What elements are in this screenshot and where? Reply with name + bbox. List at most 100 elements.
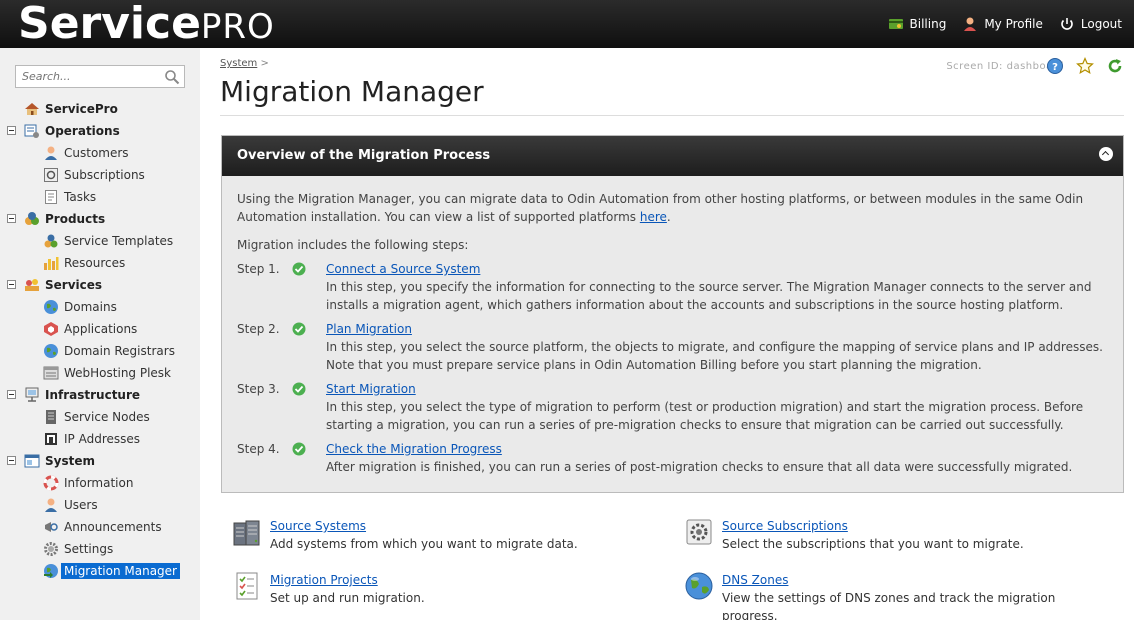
nav-item-ip-addresses[interactable]: IP Addresses — [0, 428, 200, 450]
star-icon[interactable] — [1076, 57, 1094, 78]
announcements-icon — [43, 519, 59, 535]
nav-label: Operations — [45, 124, 120, 138]
source-subscriptions-link[interactable]: Source Subscriptions — [722, 517, 1024, 535]
collapse-toggle[interactable] — [7, 214, 16, 223]
operations-icon — [24, 123, 40, 139]
checklist-icon — [232, 571, 262, 601]
supported-platforms-link[interactable]: here — [640, 210, 667, 224]
nav-tree: ServicePro Operations Customers Subscrip… — [0, 98, 200, 582]
step-description: After migration is finished, you can run… — [326, 460, 1073, 474]
nav-item-information[interactable]: Information — [0, 472, 200, 494]
nav-label: Domain Registrars — [64, 344, 175, 358]
nav-item-service-nodes[interactable]: Service Nodes — [0, 406, 200, 428]
dns-zones-link[interactable]: DNS Zones — [722, 571, 1112, 589]
nav-item-migration-manager[interactable]: Migration Manager — [0, 560, 200, 582]
quick-link-source-systems: Source Systems Add systems from which yo… — [232, 517, 578, 553]
breadcrumb-system-link[interactable]: System — [220, 58, 257, 69]
nav-item-webhosting-plesk[interactable]: WebHosting Plesk — [0, 362, 200, 384]
migration-projects-description: Set up and run migration. — [270, 591, 425, 605]
subscriptions-icon — [43, 167, 59, 183]
logo[interactable]: ServicePRO — [18, 0, 275, 51]
nav-item-announcements[interactable]: Announcements — [0, 516, 200, 538]
help-icon[interactable]: ? — [1046, 57, 1064, 78]
check-icon — [292, 382, 306, 401]
search-icon[interactable] — [164, 69, 180, 88]
logo-bold: Service — [18, 0, 201, 49]
top-bar: ServicePRO Billing My Profile Logout — [0, 0, 1134, 48]
collapse-toggle[interactable] — [7, 280, 16, 289]
nav-item-users[interactable]: Users — [0, 494, 200, 516]
step-item: Step 4. Check the Migration Progress Aft… — [237, 440, 1108, 476]
source-systems-description: Add systems from which you want to migra… — [270, 537, 578, 551]
collapse-toggle[interactable] — [7, 456, 16, 465]
check-icon — [292, 442, 306, 461]
overview-panel: Overview of the Migration Process Using … — [221, 135, 1124, 493]
nav-label: ServicePro — [45, 102, 118, 116]
webhosting-icon — [43, 365, 59, 381]
globe-icon — [43, 343, 59, 359]
collapse-icon[interactable] — [1099, 147, 1113, 161]
nav-item-tasks[interactable]: Tasks — [0, 186, 200, 208]
service-templates-icon — [43, 233, 59, 249]
nav-item-servicepro[interactable]: ServicePro — [0, 98, 200, 120]
applications-icon — [43, 321, 59, 337]
title-divider — [220, 115, 1124, 116]
billing-link[interactable]: Billing — [888, 16, 946, 32]
gear-icon — [43, 541, 59, 557]
nav-label: Subscriptions — [64, 168, 145, 182]
page-title: Migration Manager — [220, 75, 484, 108]
nav-item-customers[interactable]: Customers — [0, 142, 200, 164]
quick-link-source-subscriptions: Source Subscriptions Select the subscrip… — [684, 517, 1024, 553]
nav-item-subscriptions[interactable]: Subscriptions — [0, 164, 200, 186]
nav-item-resources[interactable]: Resources — [0, 252, 200, 274]
globe-icon — [43, 299, 59, 315]
step-link-plan-migration[interactable]: Plan Migration — [326, 320, 412, 338]
step-link-connect-source[interactable]: Connect a Source System — [326, 260, 480, 278]
power-icon — [1059, 16, 1075, 32]
tasks-icon — [43, 189, 59, 205]
step-description: In this step, you select the type of mig… — [326, 400, 1084, 432]
nav-item-domains[interactable]: Domains — [0, 296, 200, 318]
check-icon — [292, 322, 306, 341]
nav-item-service-templates[interactable]: Service Templates — [0, 230, 200, 252]
server-icon — [43, 409, 59, 425]
nav-item-settings[interactable]: Settings — [0, 538, 200, 560]
breadcrumb-separator: > — [260, 58, 269, 69]
nav-label: Announcements — [64, 520, 162, 534]
nav-label: Settings — [64, 542, 114, 556]
nav-label: Information — [64, 476, 134, 490]
source-systems-link[interactable]: Source Systems — [270, 517, 578, 535]
subscriptions-icon — [684, 517, 714, 547]
migration-projects-link[interactable]: Migration Projects — [270, 571, 425, 589]
nav-label: System — [45, 454, 95, 468]
nav-item-services[interactable]: Services — [0, 274, 200, 296]
nav-label: IP Addresses — [64, 432, 141, 446]
nav-item-operations[interactable]: Operations — [0, 120, 200, 142]
server-rack-icon — [232, 517, 262, 547]
overview-intro: Using the Migration Manager, you can mig… — [237, 190, 1108, 226]
nav-label: WebHosting Plesk — [64, 366, 172, 380]
nav-label: Service Templates — [64, 234, 174, 248]
step-link-start-migration[interactable]: Start Migration — [326, 380, 416, 398]
nav-label: Service Nodes — [64, 410, 150, 424]
nav-label: Infrastructure — [45, 388, 141, 402]
logout-label: Logout — [1080, 17, 1122, 31]
collapse-toggle[interactable] — [7, 390, 16, 399]
nav-item-applications[interactable]: Applications — [0, 318, 200, 340]
logout-link[interactable]: Logout — [1059, 16, 1122, 32]
collapse-toggle[interactable] — [7, 126, 16, 135]
nav-item-system[interactable]: System — [0, 450, 200, 472]
nav-item-infrastructure[interactable]: Infrastructure — [0, 384, 200, 406]
step-number: Step 4. — [237, 442, 280, 456]
system-icon — [24, 453, 40, 469]
step-link-check-progress[interactable]: Check the Migration Progress — [326, 440, 502, 458]
nav-item-products[interactable]: Products — [0, 208, 200, 230]
dns-zones-description: View the settings of DNS zones and track… — [722, 591, 1056, 620]
check-icon — [292, 262, 306, 281]
step-number: Step 2. — [237, 322, 280, 336]
search-input[interactable] — [16, 66, 156, 87]
nav-item-domain-registrars[interactable]: Domain Registrars — [0, 340, 200, 362]
step-description: In this step, you specify the informatio… — [326, 280, 1092, 312]
refresh-icon[interactable] — [1106, 57, 1124, 78]
my-profile-link[interactable]: My Profile — [962, 16, 1043, 32]
